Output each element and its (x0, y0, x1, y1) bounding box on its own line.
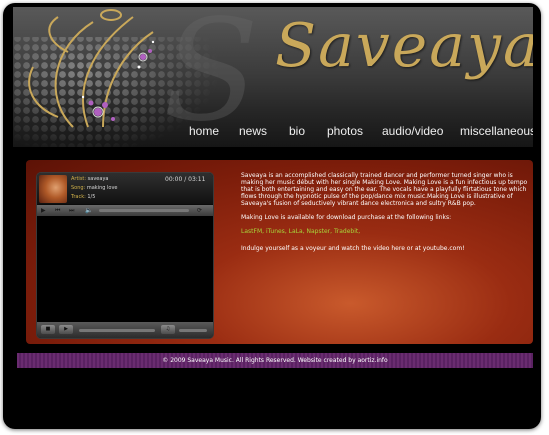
media-player: Artist: saveaya Song: making love Track:… (36, 172, 214, 339)
nav-miscellaneous[interactable]: miscellaneous (460, 124, 533, 138)
site-footer: © 2009 Saveaya Music. All Rights Reserve… (17, 353, 533, 368)
link-itunes[interactable]: iTunes (266, 228, 285, 235)
video-stop-icon[interactable]: ■ (41, 325, 55, 334)
song-value: making love (86, 185, 118, 191)
download-links: LastFM, iTunes, LaLa, Napster, Tradebit, (241, 228, 361, 235)
download-intro: Making Love is available for download pu… (241, 214, 452, 221)
video-screen[interactable] (37, 216, 213, 322)
album-cover (39, 175, 67, 203)
nav-news[interactable]: news (239, 124, 267, 138)
link-lastfm[interactable]: LastFM (241, 228, 262, 235)
bio-paragraph: Saveaya is an accomplished classically t… (241, 172, 528, 207)
video-volume-icon[interactable]: ♫ (161, 325, 175, 334)
nav-audio-video[interactable]: audio/video (382, 124, 443, 138)
nav-home[interactable]: home (189, 124, 219, 138)
bio-text: Saveaya is an accomplished classically t… (241, 172, 531, 259)
artist-value: saveaya (87, 176, 109, 182)
site-header: S Saveaya home news bio photos audio/vid… (13, 7, 533, 147)
video-volume-bar[interactable] (179, 329, 207, 332)
footer-text: © 2009 Saveaya Music. All Rights Reserve… (162, 357, 388, 364)
page-frame: S Saveaya home news bio photos audio/vid… (3, 3, 541, 429)
nav-photos[interactable]: photos (327, 124, 363, 138)
song-key: Song: (71, 185, 86, 191)
next-icon[interactable]: ⏭ (69, 207, 74, 215)
link-tradebit[interactable]: Tradebit (334, 228, 358, 235)
nav-bio[interactable]: bio (289, 124, 305, 138)
link-napster[interactable]: Napster (307, 228, 331, 235)
play-icon[interactable]: ▶ (41, 207, 46, 214)
previous-icon[interactable]: ⏮ (55, 207, 60, 215)
link-lala[interactable]: LaLa (289, 228, 303, 235)
track-value: 1/5 (87, 194, 96, 200)
video-prompt: Indulge yourself as a voyeur and watch t… (241, 245, 465, 252)
player-controls: ▶ ⏮ ⏭ 🔈 ⟳ (37, 205, 213, 216)
track-key: Track: (71, 194, 86, 200)
video-play-icon[interactable]: ▶ (59, 325, 73, 334)
video-seek-bar[interactable] (79, 329, 155, 332)
volume-icon[interactable]: 🔈 (85, 207, 92, 214)
video-controls: ■ ▶ ♫ (37, 322, 213, 338)
seek-bar[interactable] (99, 209, 189, 212)
content-panel: Artist: saveaya Song: making love Track:… (26, 160, 533, 344)
player-info-bar: Artist: saveaya Song: making love Track:… (37, 173, 213, 204)
site-logo[interactable]: Saveaya (275, 11, 533, 81)
main-nav: home news bio photos audio/video miscell… (13, 124, 533, 144)
repeat-icon[interactable]: ⟳ (197, 207, 202, 214)
time-display: 00:00 / 03:11 (165, 176, 206, 183)
artist-key: Artist: (71, 176, 87, 182)
